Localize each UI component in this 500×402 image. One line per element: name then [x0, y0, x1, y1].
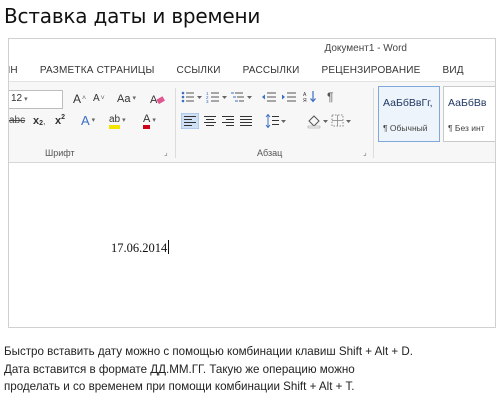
ribbon: 12 A˄ A˅ Aa A abc x2, x2 A ab A	[9, 81, 495, 163]
word-window: Документ1 - Word ЙН РАЗМЕТКА СТРАНИЦЫ СС…	[8, 38, 496, 328]
align-left-icon[interactable]	[181, 112, 199, 130]
decrease-indent-icon[interactable]	[261, 88, 277, 106]
font-dialog-launcher-icon[interactable]: ⌟	[164, 148, 168, 157]
paragraph-dialog-launcher-icon[interactable]: ⌟	[363, 148, 367, 157]
grow-font-label: A	[73, 92, 82, 106]
caption-line-1: Быстро вставить дату можно с помощью ком…	[4, 345, 413, 358]
caption-line-2: Дата вставится в формате ДД.ММ.ГГ. Такую…	[4, 362, 355, 376]
comma-mark: ,	[43, 116, 46, 126]
line-spacing-icon[interactable]	[265, 112, 287, 130]
inserted-date[interactable]: 17.06.2014	[111, 241, 167, 255]
multilevel-list-icon[interactable]	[231, 88, 253, 106]
style-normal-name: ¶ Обычный	[383, 123, 428, 133]
caption-line-3: проделать и со временем при помощи комби…	[4, 380, 355, 393]
paragraph-group-label: Абзац	[257, 148, 283, 158]
justify-icon[interactable]	[239, 112, 253, 130]
clear-formatting-icon[interactable]: A	[149, 90, 165, 108]
group-divider	[373, 88, 374, 158]
increase-indent-icon[interactable]	[281, 88, 297, 106]
strikethrough-button[interactable]: abc	[9, 112, 25, 130]
align-center-icon[interactable]	[203, 112, 217, 130]
caret-up-icon: ˄	[82, 95, 87, 102]
svg-text:3: 3	[206, 99, 209, 104]
tab-view[interactable]: ВИД	[432, 65, 475, 76]
highlight-button[interactable]: ab	[109, 112, 126, 130]
tab-review[interactable]: РЕЦЕНЗИРОВАНИЕ	[311, 65, 432, 76]
shading-icon[interactable]	[307, 112, 329, 130]
window-title: Документ1 - Word	[324, 43, 407, 54]
font-color-button[interactable]: A	[143, 112, 156, 130]
tab-page-layout[interactable]: РАЗМЕТКА СТРАНИЦЫ	[29, 65, 166, 76]
caret-down-icon: ˅	[100, 95, 105, 102]
highlight-label: ab	[109, 114, 121, 129]
shrink-font-label: A	[93, 93, 100, 104]
style-no-spacing-name: ¶ Без инт	[448, 123, 485, 133]
subscript-button[interactable]: x2,	[33, 112, 46, 130]
group-divider	[175, 88, 176, 158]
caption: Быстро вставить дату можно с помощью ком…	[4, 343, 496, 396]
shrink-font-button[interactable]: A ˅	[93, 90, 105, 108]
text-effects-label: A	[81, 113, 90, 128]
font-color-label: A	[143, 113, 151, 129]
borders-icon[interactable]	[331, 112, 353, 130]
tab-design[interactable]: ЙН	[9, 65, 29, 76]
text-cursor	[168, 240, 170, 254]
superscript-button[interactable]: x2	[55, 112, 65, 130]
strikethrough-label: abc	[9, 115, 26, 126]
ribbon-tabs: ЙН РАЗМЕТКА СТРАНИЦЫ ССЫЛКИ РАССЫЛКИ РЕЦ…	[9, 59, 495, 81]
style-normal[interactable]: АаБбВвГг, ¶ Обычный	[378, 86, 440, 142]
style-no-spacing[interactable]: АаБбВв ¶ Без инт	[443, 86, 495, 142]
superscript-2: 2	[61, 114, 66, 121]
align-right-icon[interactable]	[221, 112, 235, 130]
tab-references[interactable]: ССЫЛКИ	[166, 65, 232, 76]
font-size-value[interactable]: 12	[9, 89, 63, 109]
svg-text:Я: Я	[303, 98, 307, 104]
font-size-select[interactable]: 12	[9, 89, 63, 109]
style-no-spacing-sample: АаБбВв	[448, 97, 487, 109]
text-effects-button[interactable]: A	[81, 112, 95, 130]
change-case-label: Aa	[117, 93, 131, 105]
sort-icon[interactable]: AЯ	[303, 88, 319, 106]
grow-font-button[interactable]: A ˄	[73, 90, 86, 108]
style-normal-sample: АаБбВвГг,	[383, 97, 433, 109]
change-case-button[interactable]: Aa	[117, 90, 136, 108]
numbering-icon[interactable]: 123	[206, 88, 228, 106]
document-text[interactable]: 17.06.2014	[111, 240, 170, 256]
show-formatting-icon[interactable]: ¶	[327, 88, 333, 106]
tab-mailings[interactable]: РАССЫЛКИ	[232, 65, 311, 76]
font-group-label: Шрифт	[45, 148, 75, 158]
document-area[interactable]: 17.06.2014	[9, 163, 495, 327]
page-title: Вставка даты и времени	[4, 4, 261, 28]
bullets-icon[interactable]	[181, 88, 203, 106]
